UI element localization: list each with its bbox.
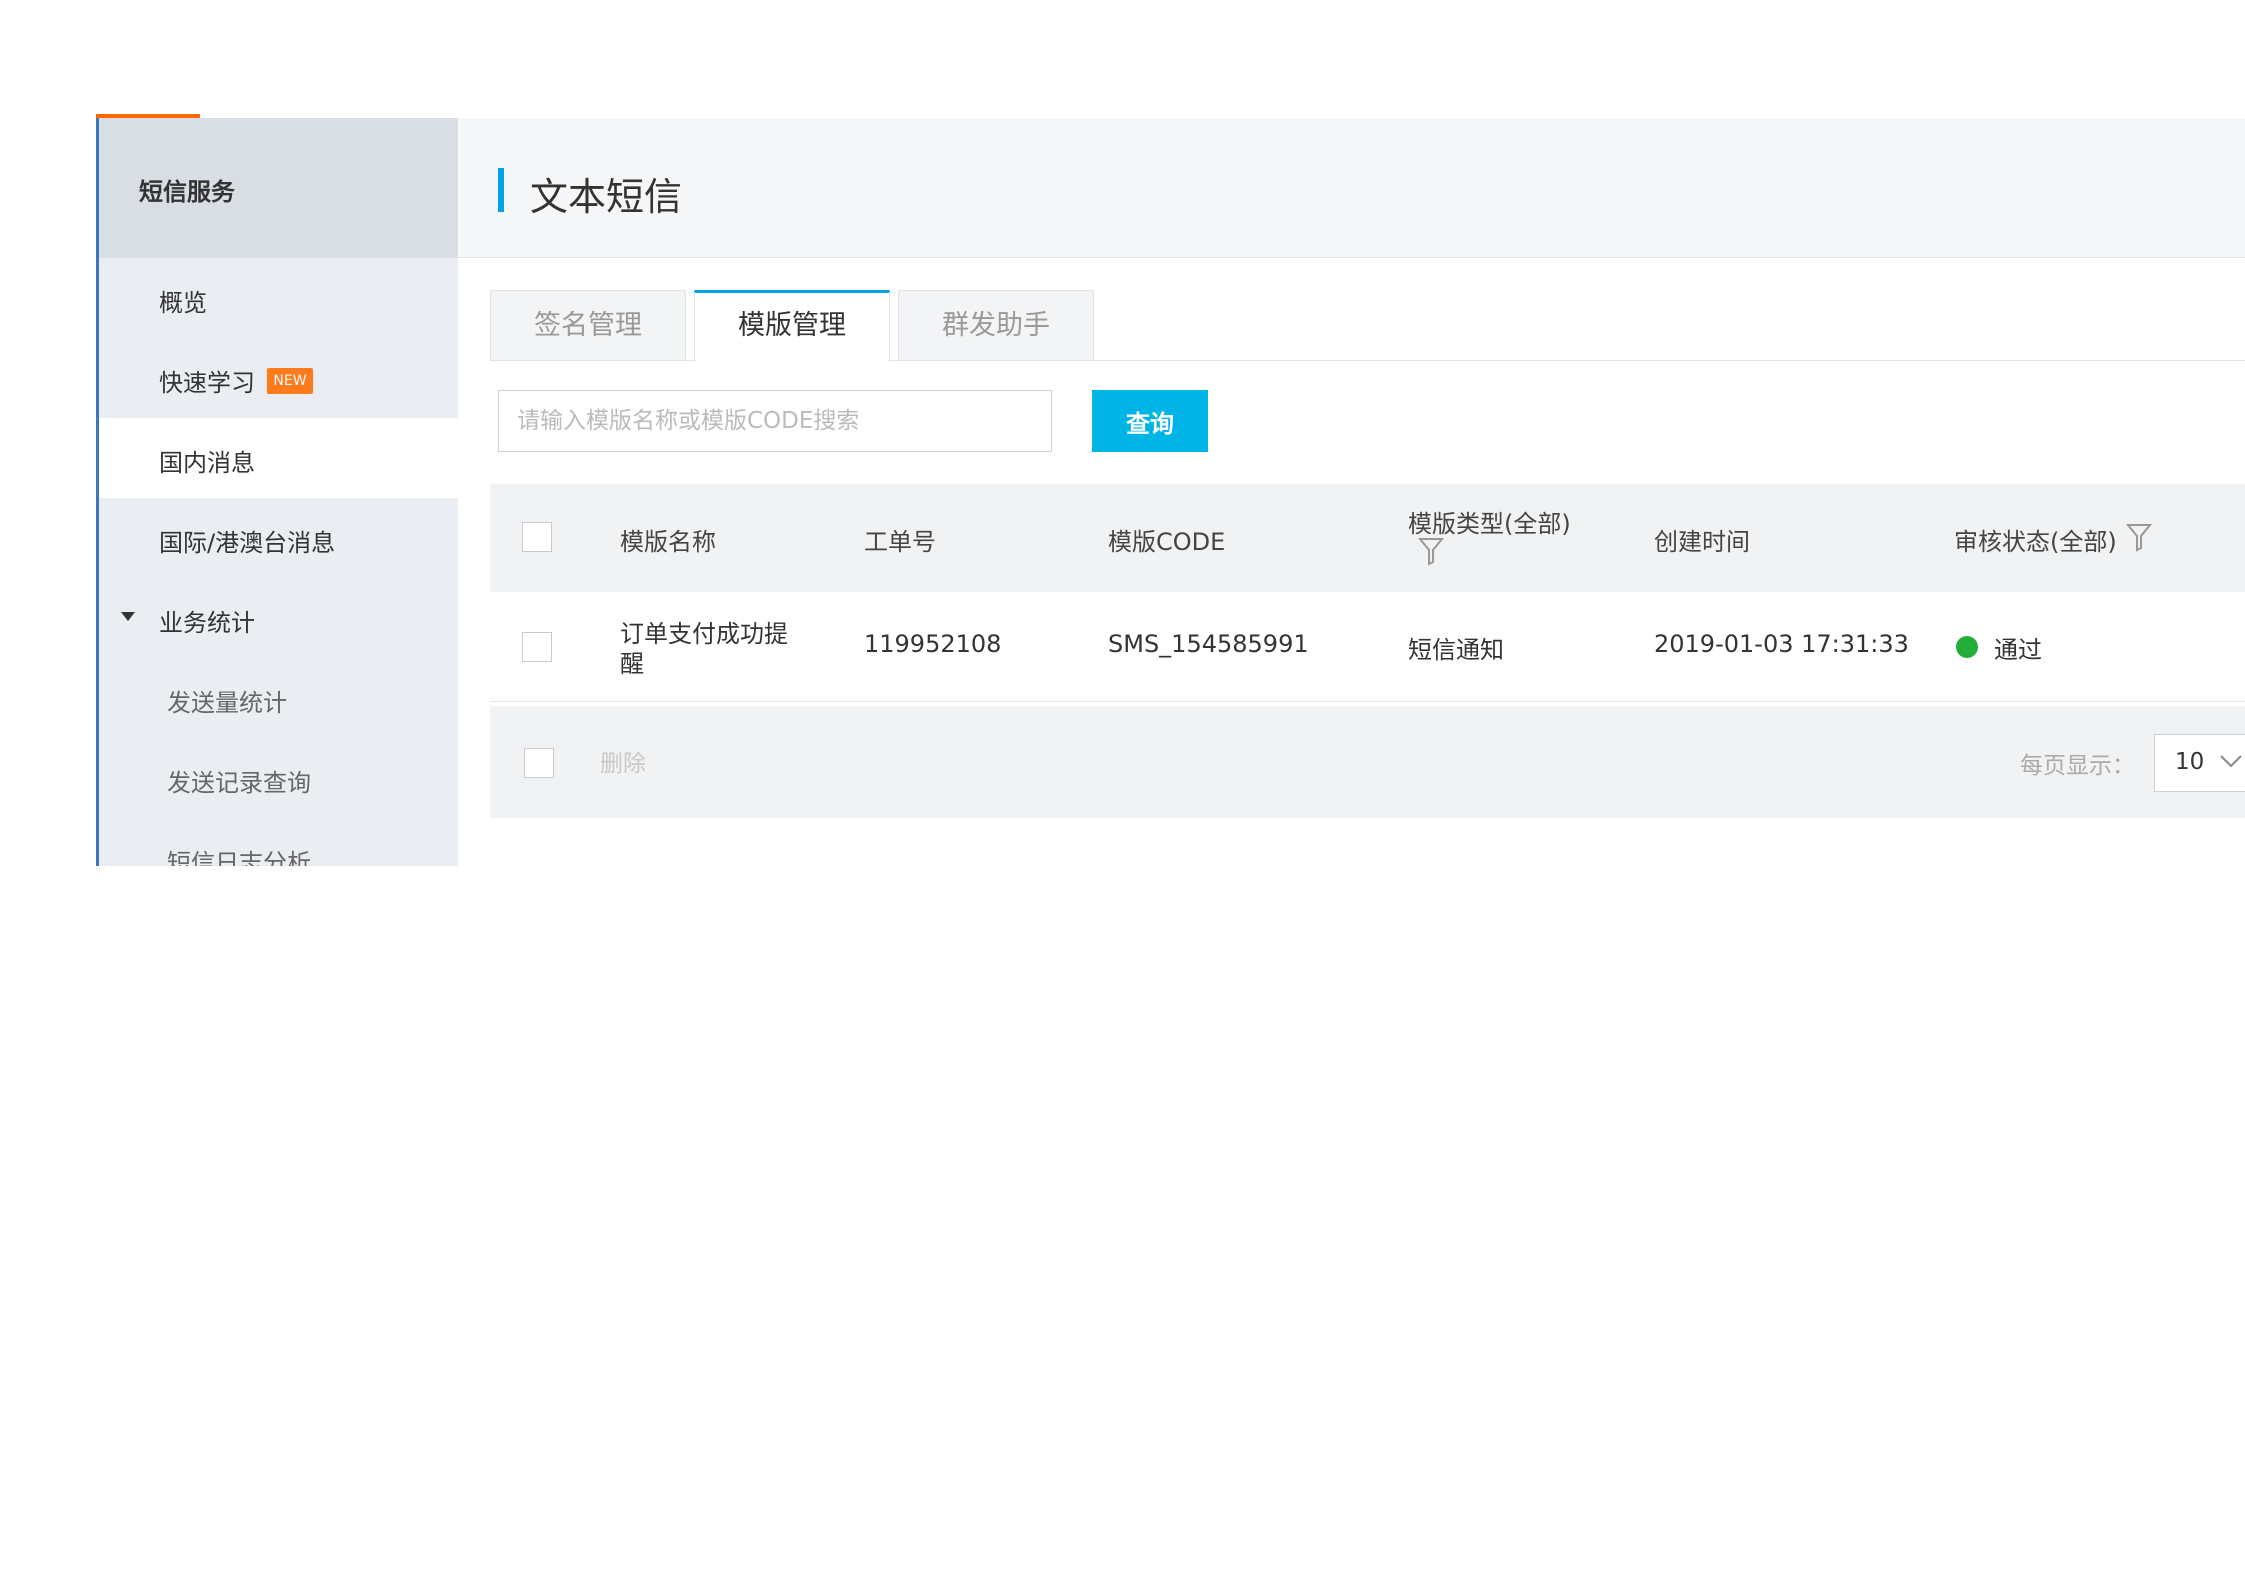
row-name-line1: 订单支付成功提 xyxy=(620,620,788,648)
sidebar-item-business-stats[interactable]: 业务统计 xyxy=(99,578,458,658)
sidebar-item-label: 业务统计 xyxy=(159,609,255,637)
tab-signature[interactable]: 签名管理 xyxy=(490,290,686,360)
sidebar-header: 短信服务 xyxy=(99,118,458,258)
page-title: 文本短信 xyxy=(530,175,683,219)
tab-bulk-send[interactable]: 群发助手 xyxy=(898,290,1094,360)
sidebar-item-send-records[interactable]: 发送记录查询 xyxy=(99,738,458,818)
status-filter-icon[interactable] xyxy=(2125,522,2153,556)
column-header-type: 模版类型(全部) xyxy=(1408,510,1571,538)
table-header: 模版名称 工单号 模版CODE 模版类型(全部) 创建时间 审核状态(全部) xyxy=(490,484,2245,592)
per-page-select[interactable]: 10 xyxy=(2154,734,2245,792)
row-checkbox[interactable] xyxy=(522,632,552,662)
sidebar-item-send-volume[interactable]: 发送量统计 xyxy=(99,658,458,738)
chevron-down-icon xyxy=(2219,753,2243,773)
row-type: 短信通知 xyxy=(1408,636,1504,664)
row-created: 2019-01-03 17:31:33 xyxy=(1654,630,1909,658)
select-all-checkbox[interactable] xyxy=(522,522,552,552)
search-input[interactable] xyxy=(498,390,1052,452)
column-header-status: 审核状态(全部) xyxy=(1954,528,2117,556)
tab-template[interactable]: 模版管理 xyxy=(694,290,890,362)
sidebar-item-international[interactable]: 国际/港澳台消息 xyxy=(99,498,458,578)
sidebar-item-domestic[interactable]: 国内消息 xyxy=(99,418,458,498)
delete-button[interactable]: 删除 xyxy=(600,744,646,778)
per-page-value: 10 xyxy=(2175,749,2205,775)
sidebar-item-label: 快速学习 xyxy=(159,369,255,397)
caret-down-icon[interactable] xyxy=(121,612,135,621)
sidebar-item-label: 国际/港澳台消息 xyxy=(159,529,336,557)
sidebar-item-label: 国内消息 xyxy=(159,449,255,477)
column-header-code: 模版CODE xyxy=(1108,528,1226,556)
title-accent-bar xyxy=(498,168,504,212)
sidebar-item-quick-learn[interactable]: 快速学习 NEW xyxy=(99,338,458,418)
column-header-ticket: 工单号 xyxy=(864,528,936,556)
new-badge: NEW xyxy=(267,368,313,394)
footer-select-all-checkbox[interactable] xyxy=(524,748,554,778)
sidebar-header-title: 短信服务 xyxy=(139,178,235,206)
search-button[interactable]: 查询 xyxy=(1092,390,1208,452)
table-row[interactable]: 订单支付成功提 醒 119952108 SMS_154585991 短信通知 2… xyxy=(490,592,2245,702)
status-pass-dot xyxy=(1956,636,1978,658)
row-status: 通过 xyxy=(1994,636,2042,664)
column-header-name: 模版名称 xyxy=(620,528,716,556)
sidebar: 短信服务 概览 快速学习 NEW 国内消息 国际/港澳台消息 业务统计 发送量统… xyxy=(96,118,458,866)
app-frame: 短信服务 概览 快速学习 NEW 国内消息 国际/港澳台消息 业务统计 发送量统… xyxy=(96,114,2245,866)
sidebar-item-label: 发送量统计 xyxy=(167,689,287,717)
sidebar-item-overview[interactable]: 概览 xyxy=(99,258,458,338)
sidebar-item-log-analysis[interactable]: 短信日志分析 xyxy=(99,818,458,866)
tab-bar: 签名管理 模版管理 群发助手 xyxy=(490,290,2245,362)
main-content: 文本短信 签名管理 模版管理 群发助手 查询 模版名称 工单号 模版CODE 模… xyxy=(458,118,2245,866)
table-footer: 删除 每页显示： 10 xyxy=(490,706,2245,818)
row-name-line2: 醒 xyxy=(620,650,644,678)
sidebar-item-label: 发送记录查询 xyxy=(167,769,311,797)
per-page-label: 每页显示： xyxy=(2020,753,2135,779)
row-code: SMS_154585991 xyxy=(1108,630,1309,658)
sidebar-item-label: 短信日志分析 xyxy=(167,849,311,866)
page-header: 文本短信 xyxy=(458,118,2245,258)
row-ticket: 119952108 xyxy=(864,630,1002,658)
column-header-created: 创建时间 xyxy=(1654,528,1750,556)
type-filter-icon[interactable] xyxy=(1417,536,1445,570)
sidebar-item-label: 概览 xyxy=(159,289,207,317)
